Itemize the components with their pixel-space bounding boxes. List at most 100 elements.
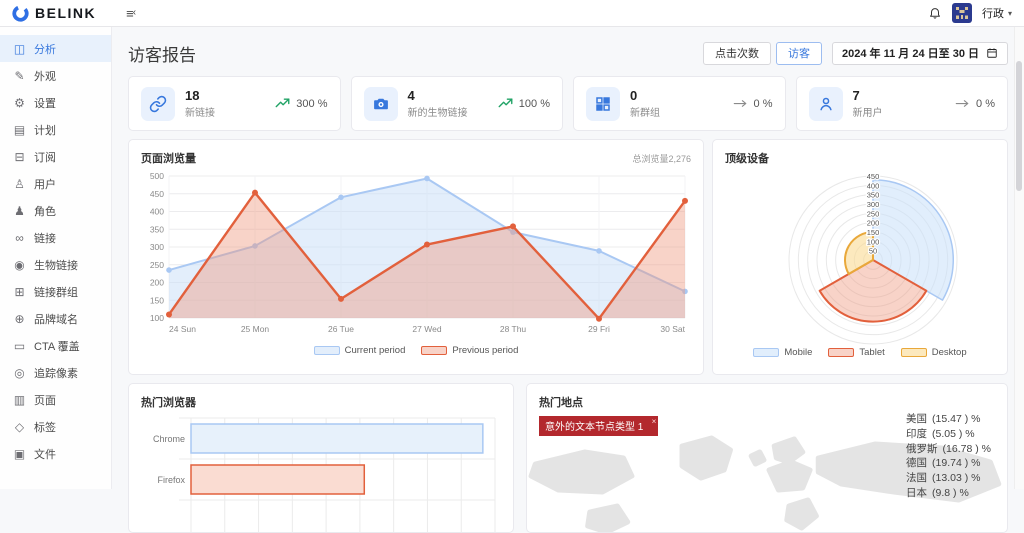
legend-item-previous-period[interactable]: Previous period xyxy=(421,345,518,356)
branded-domains-icon: ⊕ xyxy=(13,313,26,325)
brand-name: BELINK xyxy=(35,5,96,21)
tracking-pixels-icon: ◎ xyxy=(13,367,26,379)
legend-item-desktop[interactable]: Desktop xyxy=(901,347,967,358)
location-row-0: 美国(15.47 ) % xyxy=(906,412,991,427)
date-range-picker[interactable]: 2024 年 11 月 24 日至 30 日 xyxy=(832,42,1008,65)
svg-text:300: 300 xyxy=(150,242,164,252)
stat-label: 新用户 xyxy=(853,104,883,119)
sidebar-item-tags[interactable]: ◇标签 xyxy=(0,413,111,440)
sidebar-collapse-button[interactable]: ≡‹ xyxy=(126,7,136,20)
subscriptions-icon: ⊟ xyxy=(13,151,26,163)
svg-text:250: 250 xyxy=(867,209,880,218)
sidebar-item-analytics[interactable]: ◫分析 xyxy=(0,35,111,62)
svg-text:26 Tue: 26 Tue xyxy=(328,324,354,334)
visitors-toggle-button[interactable]: 访客 xyxy=(776,42,822,65)
clicks-toggle-button[interactable]: 点击次数 xyxy=(703,42,771,65)
sidebar-item-cta-overlays[interactable]: ▭CTA 覆盖 xyxy=(0,332,111,359)
legend-item-mobile[interactable]: Mobile xyxy=(753,347,812,358)
stat-card-3: 7新用户 0 % xyxy=(796,76,1009,131)
sidebar-item-tracking-pixels[interactable]: ◎追踪像素 xyxy=(0,359,111,386)
sidebar-item-roles[interactable]: ♟角色 xyxy=(0,197,111,224)
charts-row: 页面浏览量 总浏览量2,276 100150200250300350400450… xyxy=(128,139,1008,375)
stat-info: 7新用户 xyxy=(853,89,883,119)
svg-text:300: 300 xyxy=(867,200,880,209)
pageviews-line-chart: 10015020025030035040045050024 Sun25 Mon2… xyxy=(141,168,691,344)
sidebar-item-label: CTA 覆盖 xyxy=(34,338,80,354)
date-range-label: 2024 年 11 月 24 日至 30 日 xyxy=(842,45,979,61)
svg-text:29 Fri: 29 Fri xyxy=(588,324,610,334)
user-avatar[interactable] xyxy=(952,3,972,23)
scrollbar[interactable] xyxy=(1014,27,1024,489)
grid-icon xyxy=(586,87,620,121)
user-menu[interactable]: 行政 ▾ xyxy=(982,5,1012,21)
legend-swatch xyxy=(753,348,779,357)
files-icon: ▣ xyxy=(13,448,26,460)
stat-trend: 100 % xyxy=(498,97,550,110)
link-groups-icon: ⊞ xyxy=(13,286,26,298)
sidebar-item-appearance[interactable]: ✎外观 xyxy=(0,62,111,89)
sidebar-item-branded-domains[interactable]: ⊕ 品牌域名 xyxy=(0,305,111,332)
sidebar-item-settings[interactable]: ⚙设置 xyxy=(0,89,111,116)
scrollbar-thumb[interactable] xyxy=(1016,61,1022,191)
appearance-icon: ✎ xyxy=(13,70,26,82)
stat-value: 4 xyxy=(408,89,468,102)
error-badge[interactable]: 意外的文本节点类型 1 × xyxy=(539,416,658,436)
stat-trend: 0 % xyxy=(733,98,773,110)
country-percentage: (13.03 ) % xyxy=(932,472,980,484)
pageviews-title: 页面浏览量 xyxy=(141,150,196,166)
stats-row: 18新链接 300 % 4新的生物链接 100 % 0新群组 0 % 7新用户 0 % xyxy=(128,76,1008,131)
close-icon[interactable]: × xyxy=(652,417,657,426)
legend-swatch xyxy=(421,346,447,355)
country-name: 法国 xyxy=(906,472,927,484)
brand-logo[interactable]: BELINK xyxy=(12,5,96,22)
devices-title: 顶级设备 xyxy=(725,150,769,166)
user-icon xyxy=(809,87,843,121)
error-badge-text: 意外的文本节点类型 1 xyxy=(545,422,643,433)
svg-text:27 Wed: 27 Wed xyxy=(412,324,441,334)
sidebar-item-label: 品牌域名 xyxy=(34,311,78,327)
analytics-icon: ◫ xyxy=(13,43,26,55)
sidebar-item-subscriptions[interactable]: ⊟订阅 xyxy=(0,143,111,170)
sidebar-item-label: 链接群组 xyxy=(34,284,78,300)
stat-card-2: 0新群组 0 % xyxy=(573,76,786,131)
legend-label: Previous period xyxy=(452,345,518,356)
location-row-3: 德国(19.74 ) % xyxy=(906,456,991,471)
main-content: 访客报告 点击次数访客 2024 年 11 月 24 日至 30 日 18新链接… xyxy=(112,27,1024,489)
svg-text:250: 250 xyxy=(150,260,164,270)
legend-swatch xyxy=(314,346,340,355)
svg-text:450: 450 xyxy=(867,172,880,181)
sidebar-item-link-groups[interactable]: ⊞ 链接群组 xyxy=(0,278,111,305)
sidebar-item-pages[interactable]: ▥页面 xyxy=(0,386,111,413)
country-name: 俄罗斯 xyxy=(906,443,938,455)
sidebar-item-label: 计划 xyxy=(34,122,56,138)
trend-flat-icon xyxy=(733,98,748,109)
sidebar-item-bio-links[interactable]: ◉生物链接 xyxy=(0,251,111,278)
notifications-bell-icon[interactable] xyxy=(928,6,942,20)
stat-label: 新群组 xyxy=(630,104,660,119)
svg-text:100: 100 xyxy=(150,313,164,323)
svg-text:30 Sat: 30 Sat xyxy=(660,324,685,334)
legend-item-tablet[interactable]: Tablet xyxy=(828,347,884,358)
legend-item-current-period[interactable]: Current period xyxy=(314,345,406,356)
stat-label: 新链接 xyxy=(185,104,215,119)
svg-text:Firefox: Firefox xyxy=(157,475,185,485)
stat-info: 0新群组 xyxy=(630,89,660,119)
sidebar-item-plans[interactable]: ▤计划 xyxy=(0,116,111,143)
svg-text:Chrome: Chrome xyxy=(153,434,185,444)
bottom-row: 热门浏览器 ChromeFirefox 热门地点 意外的文本节点类型 1 × xyxy=(128,383,1008,533)
sidebar-item-links[interactable]: ∞链接 xyxy=(0,224,111,251)
sidebar-item-files[interactable]: ▣文件 xyxy=(0,440,111,467)
link-icon xyxy=(141,87,175,121)
sidebar-item-users[interactable]: ♙用户 xyxy=(0,170,111,197)
stat-info: 18新链接 xyxy=(185,89,215,119)
stat-trend: 0 % xyxy=(955,98,995,110)
camera-icon xyxy=(364,87,398,121)
svg-text:400: 400 xyxy=(150,207,164,217)
svg-text:50: 50 xyxy=(869,247,877,256)
stat-trend: 300 % xyxy=(275,97,327,110)
svg-text:350: 350 xyxy=(867,191,880,200)
sidebar-item-label: 角色 xyxy=(34,203,56,219)
trend-up-icon xyxy=(498,97,513,110)
svg-text:500: 500 xyxy=(150,171,164,181)
stat-info: 4新的生物链接 xyxy=(408,89,468,119)
